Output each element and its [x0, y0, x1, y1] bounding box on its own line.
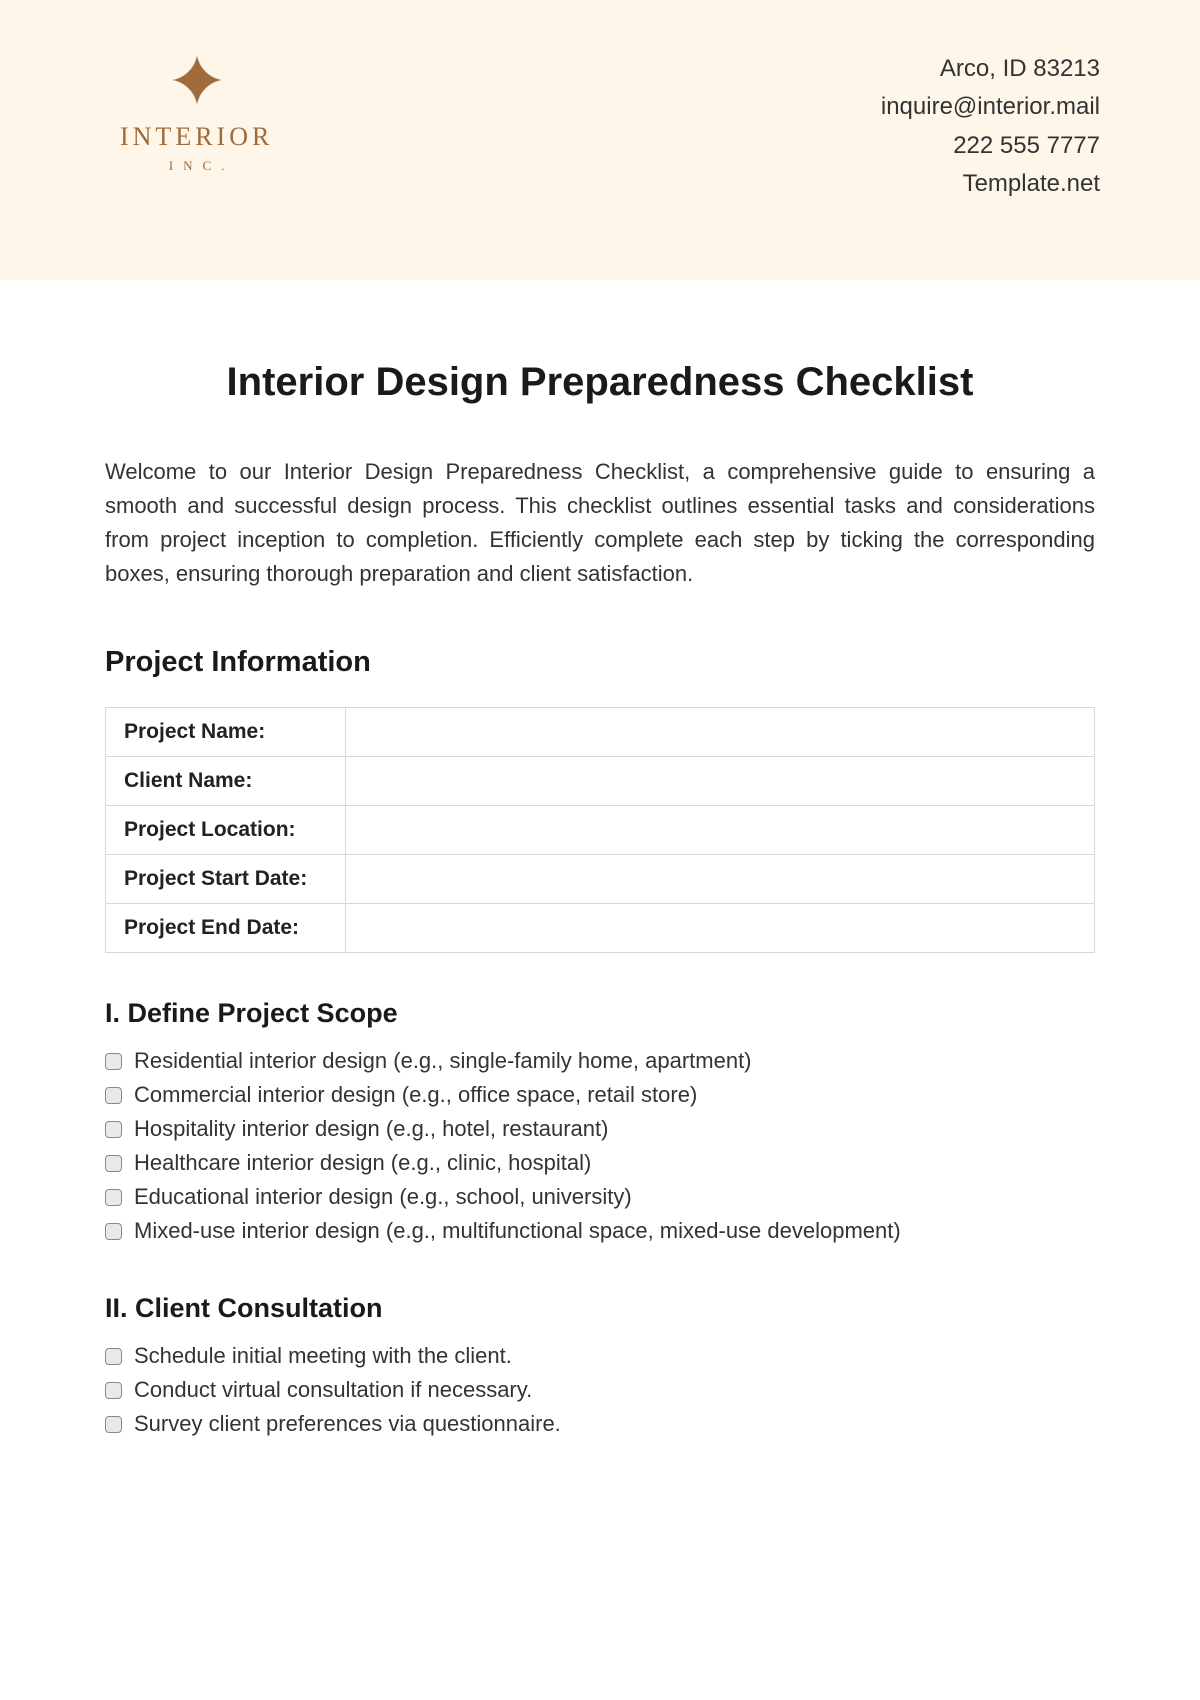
- intro-paragraph: Welcome to our Interior Design Preparedn…: [105, 455, 1095, 591]
- field-label: Project Start Date:: [106, 855, 346, 904]
- list-item: Mixed-use interior design (e.g., multifu…: [105, 1214, 1095, 1248]
- scope-checklist: Residential interior design (e.g., singl…: [105, 1044, 1095, 1248]
- table-row: Project Location:: [106, 806, 1095, 855]
- field-label: Project Location:: [106, 806, 346, 855]
- checkbox-icon[interactable]: [105, 1382, 122, 1399]
- field-label: Client Name:: [106, 757, 346, 806]
- list-item: Educational interior design (e.g., schoo…: [105, 1180, 1095, 1214]
- field-value[interactable]: [346, 708, 1095, 757]
- contact-address: Arco, ID 83213: [881, 50, 1100, 88]
- checklist-label: Schedule initial meeting with the client…: [134, 1343, 512, 1369]
- list-item: Commercial interior design (e.g., office…: [105, 1078, 1095, 1112]
- checkbox-icon[interactable]: [105, 1416, 122, 1433]
- checklist-label: Survey client preferences via questionna…: [134, 1411, 561, 1437]
- list-item: Survey client preferences via questionna…: [105, 1407, 1095, 1441]
- section-heading-scope: I. Define Project Scope: [105, 998, 1095, 1029]
- checkbox-icon[interactable]: [105, 1053, 122, 1070]
- checkbox-icon[interactable]: [105, 1155, 122, 1172]
- table-row: Client Name:: [106, 757, 1095, 806]
- contact-block: Arco, ID 83213 inquire@interior.mail 222…: [881, 50, 1100, 204]
- checkbox-icon[interactable]: [105, 1223, 122, 1240]
- contact-phone: 222 555 7777: [881, 127, 1100, 165]
- document-body: Interior Design Preparedness Checklist W…: [0, 280, 1200, 1441]
- page-title: Interior Design Preparedness Checklist: [105, 360, 1095, 405]
- checkbox-icon[interactable]: [105, 1189, 122, 1206]
- field-value[interactable]: [346, 855, 1095, 904]
- contact-site: Template.net: [881, 165, 1100, 203]
- table-row: Project End Date:: [106, 904, 1095, 953]
- table-row: Project Start Date:: [106, 855, 1095, 904]
- list-item: Healthcare interior design (e.g., clinic…: [105, 1146, 1095, 1180]
- project-info-table: Project Name: Client Name: Project Locat…: [105, 707, 1095, 953]
- list-item: Hospitality interior design (e.g., hotel…: [105, 1112, 1095, 1146]
- checklist-label: Residential interior design (e.g., singl…: [134, 1048, 752, 1074]
- checklist-label: Commercial interior design (e.g., office…: [134, 1082, 697, 1108]
- checkbox-icon[interactable]: [105, 1348, 122, 1365]
- table-row: Project Name:: [106, 708, 1095, 757]
- field-label: Project Name:: [106, 708, 346, 757]
- contact-email: inquire@interior.mail: [881, 88, 1100, 126]
- client-checklist: Schedule initial meeting with the client…: [105, 1339, 1095, 1441]
- checklist-label: Conduct virtual consultation if necessar…: [134, 1377, 532, 1403]
- list-item: Schedule initial meeting with the client…: [105, 1339, 1095, 1373]
- field-value[interactable]: [346, 757, 1095, 806]
- checkbox-icon[interactable]: [105, 1087, 122, 1104]
- checklist-label: Mixed-use interior design (e.g., multifu…: [134, 1218, 901, 1244]
- checklist-label: Educational interior design (e.g., schoo…: [134, 1184, 632, 1210]
- checkbox-icon[interactable]: [105, 1121, 122, 1138]
- letterhead-header: INTERIOR INC. Arco, ID 83213 inquire@int…: [0, 0, 1200, 280]
- logo-subtitle: INC.: [169, 158, 235, 174]
- list-item: Conduct virtual consultation if necessar…: [105, 1373, 1095, 1407]
- checklist-label: Hospitality interior design (e.g., hotel…: [134, 1116, 608, 1142]
- list-item: Residential interior design (e.g., singl…: [105, 1044, 1095, 1078]
- section-heading-project-info: Project Information: [105, 646, 1095, 679]
- checklist-label: Healthcare interior design (e.g., clinic…: [134, 1150, 591, 1176]
- section-heading-client: II. Client Consultation: [105, 1293, 1095, 1324]
- field-value[interactable]: [346, 904, 1095, 953]
- logo-name: INTERIOR: [120, 122, 273, 152]
- logo-icon: [167, 50, 227, 110]
- field-value[interactable]: [346, 806, 1095, 855]
- logo: INTERIOR INC.: [120, 50, 273, 174]
- field-label: Project End Date:: [106, 904, 346, 953]
